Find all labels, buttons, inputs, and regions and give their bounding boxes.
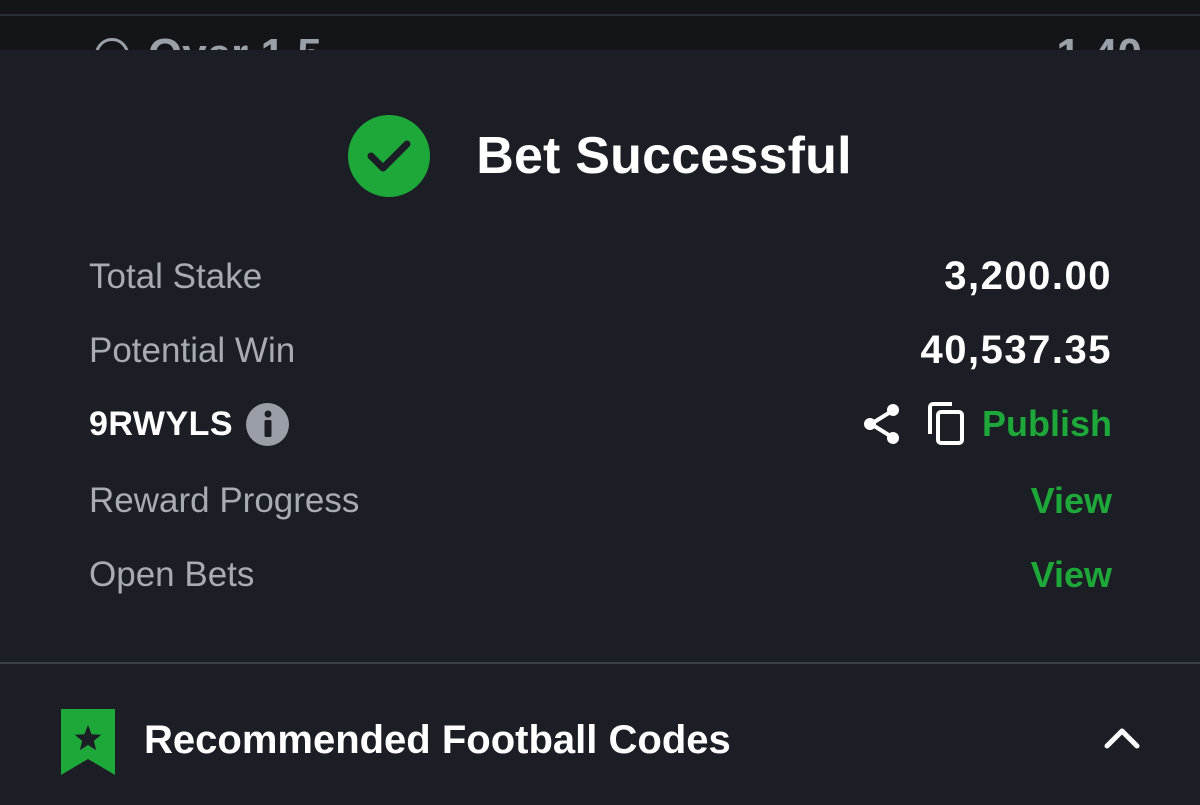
success-header: Bet Successful <box>0 114 1200 198</box>
publish-link[interactable]: Publish <box>982 403 1112 445</box>
soccer-ball-icon <box>95 38 129 50</box>
section-divider <box>0 662 1200 664</box>
recommended-codes-header[interactable]: Recommended Football Codes <box>0 700 1200 784</box>
total-stake-label: Total Stake <box>89 256 263 296</box>
open-bets-label: Open Bets <box>89 555 255 594</box>
reward-progress-view-link[interactable]: View <box>1031 480 1112 522</box>
bet-success-sheet: Bet Successful Total Stake 3,200.00 Pote… <box>0 50 1200 805</box>
reward-progress-label: Reward Progress <box>89 481 360 520</box>
top-divider <box>0 14 1200 16</box>
potential-win-value: 40,537.35 <box>920 328 1112 372</box>
total-stake-row: Total Stake 3,200.00 <box>89 254 1112 299</box>
share-icon[interactable] <box>862 403 902 445</box>
booking-code-row: 9RWYLS Publish <box>89 402 1112 446</box>
potential-win-label: Potential Win <box>89 330 296 370</box>
reward-progress-row: Reward Progress View <box>89 480 1112 522</box>
total-stake-value: 3,200.00 <box>944 254 1112 298</box>
open-bets-view-link[interactable]: View <box>1031 554 1112 596</box>
booking-code-group: 9RWYLS <box>89 402 290 446</box>
chevron-up-icon[interactable] <box>1103 726 1141 755</box>
success-title: Bet Successful <box>476 127 852 185</box>
copy-icon[interactable] <box>926 402 966 446</box>
potential-win-row: Potential Win 40,537.35 <box>89 328 1112 373</box>
peek-odds-value: 1.40 <box>1056 30 1142 50</box>
code-actions: Publish <box>862 402 1112 446</box>
booking-code: 9RWYLS <box>89 404 234 443</box>
open-bets-row: Open Bets View <box>89 554 1112 596</box>
peek-market-label: Over 1.5 <box>148 30 322 50</box>
info-icon[interactable] <box>246 402 290 446</box>
background-bet-slip-peek: Over 1.5 1.40 <box>0 0 1200 50</box>
bookmark-star-icon <box>61 709 115 780</box>
check-circle-icon <box>348 115 431 197</box>
recommended-codes-title: Recommended Football Codes <box>144 718 731 762</box>
